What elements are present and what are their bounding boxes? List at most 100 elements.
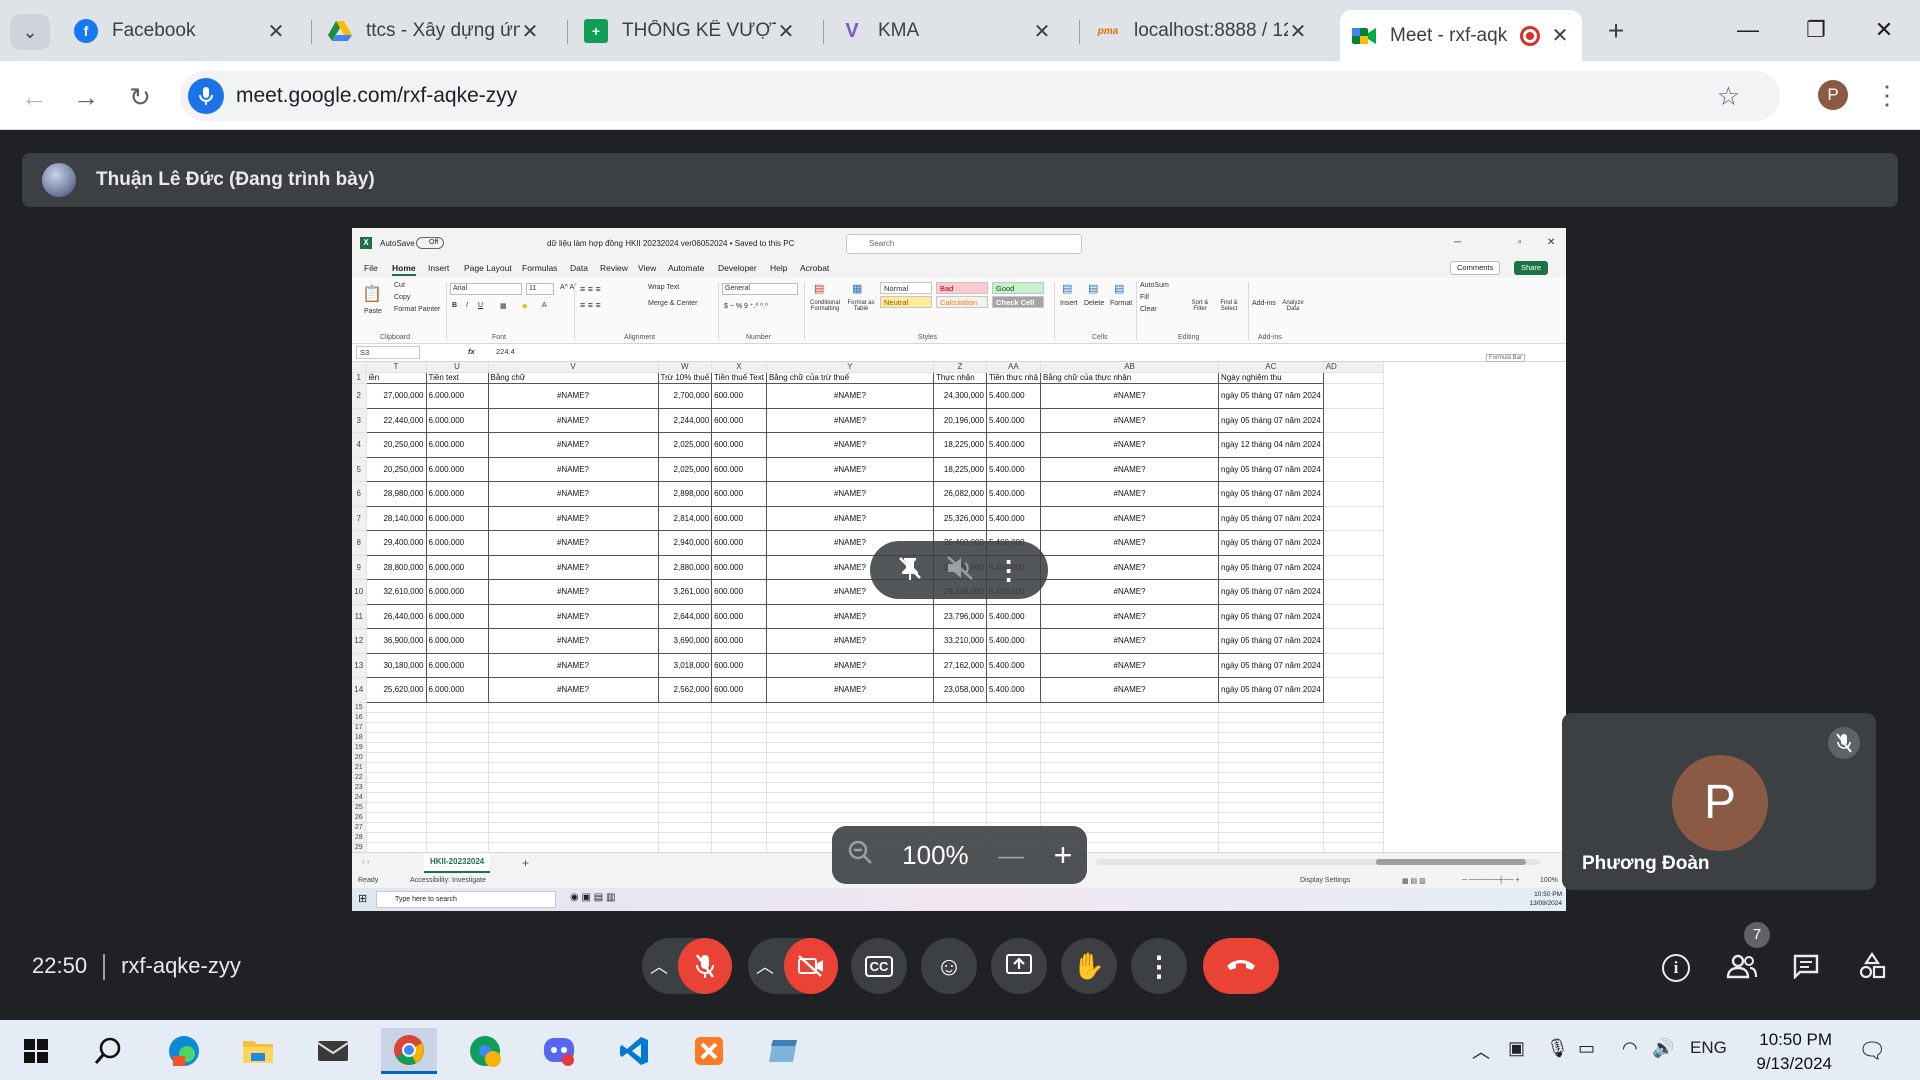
paste-icon[interactable]: 📋	[362, 284, 382, 304]
table-cell[interactable]	[426, 742, 489, 753]
table-cell[interactable]	[933, 802, 987, 813]
row-number[interactable]: 19	[352, 742, 367, 753]
row-number[interactable]: 15	[352, 702, 367, 713]
row-number[interactable]: 22	[352, 772, 367, 783]
sheet-tab-hkii[interactable]: HKII-20232024	[424, 853, 491, 873]
back-button[interactable]: ←	[14, 77, 54, 117]
table-cell[interactable]: 2,880,000	[657, 554, 713, 580]
row-number[interactable]: 5	[352, 457, 367, 482]
table-cell[interactable]	[766, 772, 934, 783]
table-cell[interactable]	[1040, 802, 1220, 813]
table-cell[interactable]: 20,250,000	[365, 432, 427, 458]
table-cell[interactable]: 600.000	[711, 677, 767, 703]
table-cell[interactable]	[366, 782, 427, 793]
table-cell[interactable]: #NAME?	[1040, 554, 1220, 580]
insert-cells-icon[interactable]: ▤	[1062, 282, 1072, 295]
tab-facebook[interactable]: f Facebook ✕	[62, 10, 298, 52]
table-cell[interactable]: 5.400.000	[985, 603, 1042, 629]
table-cell[interactable]	[426, 752, 489, 763]
meeting-details-button[interactable]: i	[1656, 948, 1696, 988]
table-cell[interactable]	[1040, 752, 1220, 763]
table-cell[interactable]: #NAME?	[765, 456, 934, 482]
row-number[interactable]: 11	[352, 604, 367, 629]
table-cell[interactable]	[711, 802, 767, 813]
captions-button[interactable]: CC	[851, 938, 907, 994]
table-cell[interactable]: 30,180,000	[365, 652, 427, 678]
table-cell[interactable]	[1323, 506, 1384, 531]
table-cell[interactable]	[1218, 812, 1324, 823]
notifications-icon[interactable]: 🗨	[1858, 1038, 1886, 1064]
underline-button[interactable]: U	[478, 302, 483, 309]
microphone-off-button[interactable]	[678, 938, 732, 994]
zoom-out-magnifier-icon[interactable]	[847, 839, 873, 872]
table-cell[interactable]: 600.000	[711, 481, 767, 507]
table-cell[interactable]: #NAME?	[487, 628, 659, 654]
table-cell[interactable]	[1218, 792, 1324, 803]
header-cell[interactable]: Bằng chữ	[487, 372, 659, 384]
table-cell[interactable]	[986, 792, 1042, 803]
table-cell[interactable]	[488, 712, 659, 723]
table-cell[interactable]: 2,244,000	[657, 407, 713, 433]
table-cell[interactable]	[1323, 772, 1384, 783]
table-cell[interactable]	[766, 712, 934, 723]
table-cell[interactable]	[1323, 732, 1384, 743]
table-cell[interactable]: ngày 05 tháng 07 năm 2024	[1218, 652, 1324, 678]
table-cell[interactable]: 600.000	[711, 652, 767, 678]
table-cell[interactable]	[1218, 702, 1324, 713]
name-box[interactable]: S3	[356, 346, 420, 359]
table-cell[interactable]	[488, 762, 659, 773]
table-cell[interactable]: ngày 05 tháng 07 năm 2024	[1218, 456, 1324, 482]
table-cell[interactable]: 600.000	[711, 407, 767, 433]
table-cell[interactable]: 6.000.000	[425, 579, 489, 605]
table-cell[interactable]	[426, 722, 489, 733]
column-header[interactable]: AC	[1218, 362, 1324, 373]
table-cell[interactable]	[366, 762, 427, 773]
fx-icon[interactable]: fx	[468, 347, 475, 356]
table-cell[interactable]: 6.000.000	[425, 505, 489, 531]
table-cell[interactable]	[1218, 742, 1324, 753]
spreadsheet-grid[interactable]: T U V W X Y Z AA AB AC AD 1 iền Tiền text B…	[352, 362, 1566, 852]
table-cell[interactable]	[658, 812, 713, 823]
table-cell[interactable]: ngày 05 tháng 07 năm 2024	[1218, 628, 1324, 654]
table-cell[interactable]	[658, 702, 713, 713]
menu-file[interactable]: File	[364, 263, 378, 273]
tab-phpmyadmin[interactable]: pma localhost:8888 / 12 ✕	[1084, 10, 1320, 52]
table-cell[interactable]: 24,300,000	[932, 383, 987, 409]
table-cell[interactable]: #NAME?	[1040, 481, 1220, 507]
forward-button[interactable]: →	[66, 77, 106, 117]
table-cell[interactable]	[711, 782, 767, 793]
table-cell[interactable]	[426, 832, 489, 843]
table-cell[interactable]: 3,690,000	[657, 628, 713, 654]
horizontal-scrollbar[interactable]	[1096, 859, 1540, 865]
table-cell[interactable]: #NAME?	[765, 652, 934, 678]
addins-button[interactable]: Add-ins	[1252, 300, 1276, 307]
table-cell[interactable]: 3,261,000	[657, 579, 713, 605]
table-cell[interactable]: 6.000.000	[425, 481, 489, 507]
row-number[interactable]: 7	[352, 506, 367, 531]
table-cell[interactable]	[1040, 732, 1220, 743]
row-number[interactable]: 13	[352, 653, 367, 678]
table-cell[interactable]: ngày 12 tháng 04 năm 2024	[1218, 432, 1324, 458]
style-check-cell[interactable]: Check Cell	[992, 296, 1044, 308]
table-cell[interactable]: ngày 05 tháng 07 năm 2024	[1218, 579, 1324, 605]
tab-ttcs[interactable]: ttcs - Xây dựng ứn ✕	[316, 10, 552, 52]
column-header[interactable]: V	[488, 362, 659, 373]
table-cell[interactable]	[711, 842, 767, 852]
table-cell[interactable]	[366, 702, 427, 713]
table-cell[interactable]	[366, 722, 427, 733]
close-icon[interactable]: ✕	[520, 19, 540, 44]
column-header[interactable]: AD	[1323, 362, 1384, 373]
table-cell[interactable]	[933, 812, 987, 823]
row-number[interactable]: 6	[352, 481, 367, 507]
menu-page-layout[interactable]: Page Layout	[464, 263, 512, 273]
profile-avatar[interactable]: P	[1818, 80, 1848, 110]
table-cell[interactable]: 600.000	[711, 383, 767, 409]
bookmark-star-icon[interactable]: ☆	[1717, 81, 1740, 112]
taskbar-mail[interactable]	[305, 1028, 361, 1074]
activities-button[interactable]	[1852, 948, 1892, 988]
table-cell[interactable]	[1323, 722, 1384, 733]
table-cell[interactable]	[711, 812, 767, 823]
table-cell[interactable]: ngày 05 tháng 07 năm 2024	[1218, 383, 1324, 409]
table-cell[interactable]: 6.000.000	[425, 383, 489, 409]
table-cell[interactable]	[933, 782, 987, 793]
